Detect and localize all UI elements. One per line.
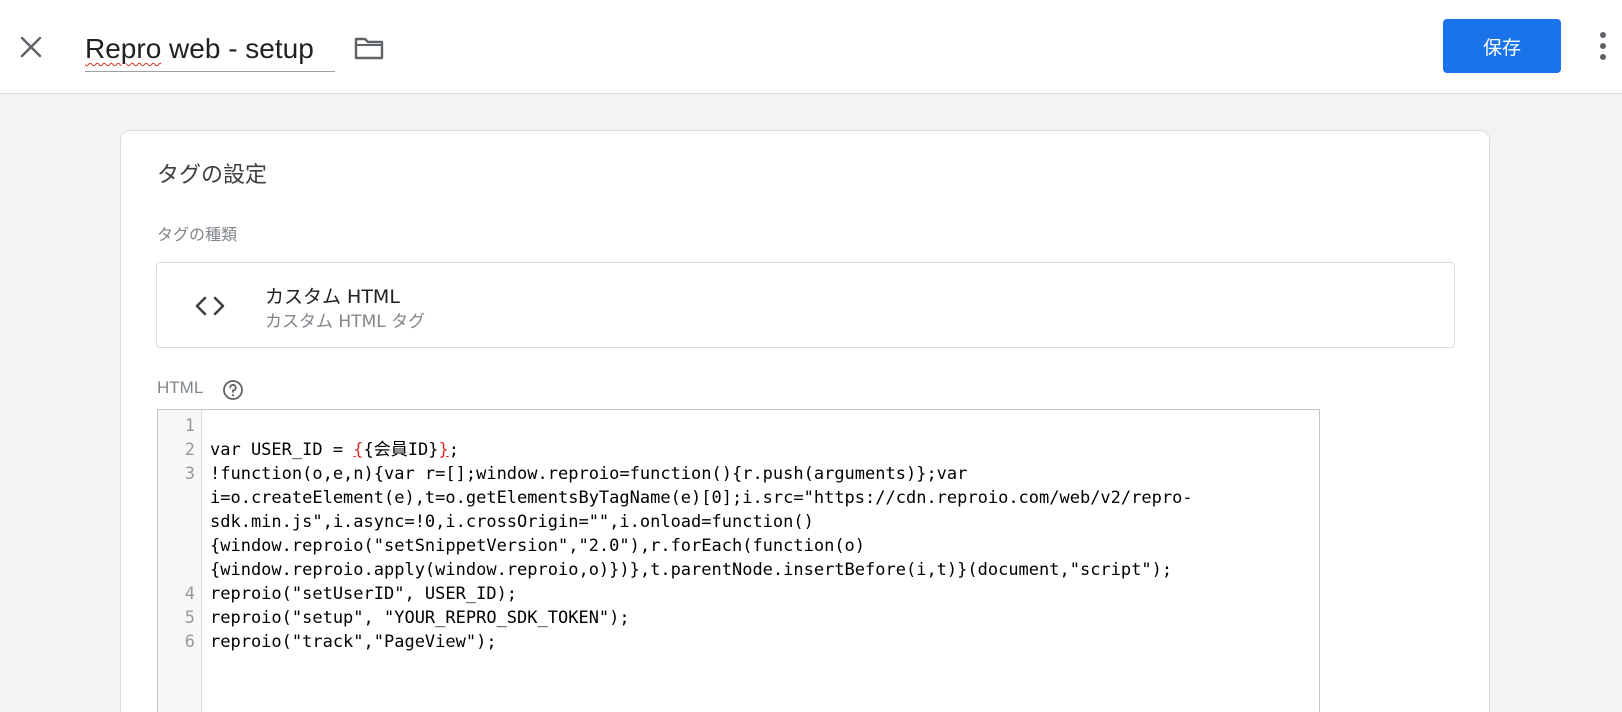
code-line-4: reproio("setUserID", USER_ID);: [210, 584, 518, 604]
line-number: 3: [184, 464, 195, 484]
code-line-3: !function(o,e,n){var r=[];window.reproio…: [210, 464, 1193, 580]
code-content[interactable]: ​var USER_ID = {{会員ID}}; !function(o,e,n)…: [210, 414, 1310, 654]
code-line-5: reproio("setup", "YOUR_REPRO_SDK_TOKEN")…: [210, 608, 630, 628]
folder-button[interactable]: [352, 32, 386, 64]
code-line-1: ​: [210, 414, 1310, 438]
tag-type-name: カスタム HTML: [265, 286, 400, 308]
line-number: 2: [184, 440, 195, 460]
line-number: 4: [184, 584, 195, 604]
more-vert-icon: [1600, 32, 1606, 38]
help-circle-icon[interactable]: [222, 379, 244, 401]
tag-name-input[interactable]: Repro web - setup: [85, 28, 335, 72]
line-number-gutter: 1 2 3 4 5 6: [158, 410, 202, 712]
card-title: タグの設定: [157, 163, 268, 188]
code-line-2: var USER_ID = {{会員ID}};: [210, 440, 459, 460]
folder-icon: [354, 37, 384, 60]
line-number: 6: [184, 632, 195, 652]
tag-type-selector[interactable]: カスタム HTML カスタム HTML タグ: [156, 262, 1455, 348]
code-brackets-icon: [195, 296, 225, 316]
code-line-6: reproio("track","PageView");: [210, 632, 497, 652]
tag-configuration-card: タグの設定 タグの種類 カスタム HTML カスタム HTML タグ HTML …: [120, 130, 1490, 712]
page-title: Repro web - setup: [85, 33, 314, 64]
html-code-editor[interactable]: 1 2 3 4 5 6 ​var USER_ID = {{会員ID}}; !fun…: [157, 409, 1320, 712]
line-number: 1: [184, 416, 195, 436]
html-field-label: HTML: [157, 378, 204, 397]
more-options-button[interactable]: [1588, 26, 1618, 66]
line-number: 5: [184, 608, 195, 628]
close-icon: [20, 36, 42, 58]
close-button[interactable]: [14, 30, 48, 64]
tag-type-description: カスタム HTML タグ: [265, 312, 426, 332]
syntax-error-brace: }: [438, 440, 449, 460]
top-bar: Repro web - setup 保存: [0, 0, 1622, 94]
save-button[interactable]: 保存: [1443, 19, 1561, 73]
syntax-error-brace: {: [353, 440, 364, 460]
tag-type-label: タグの種類: [157, 225, 238, 244]
